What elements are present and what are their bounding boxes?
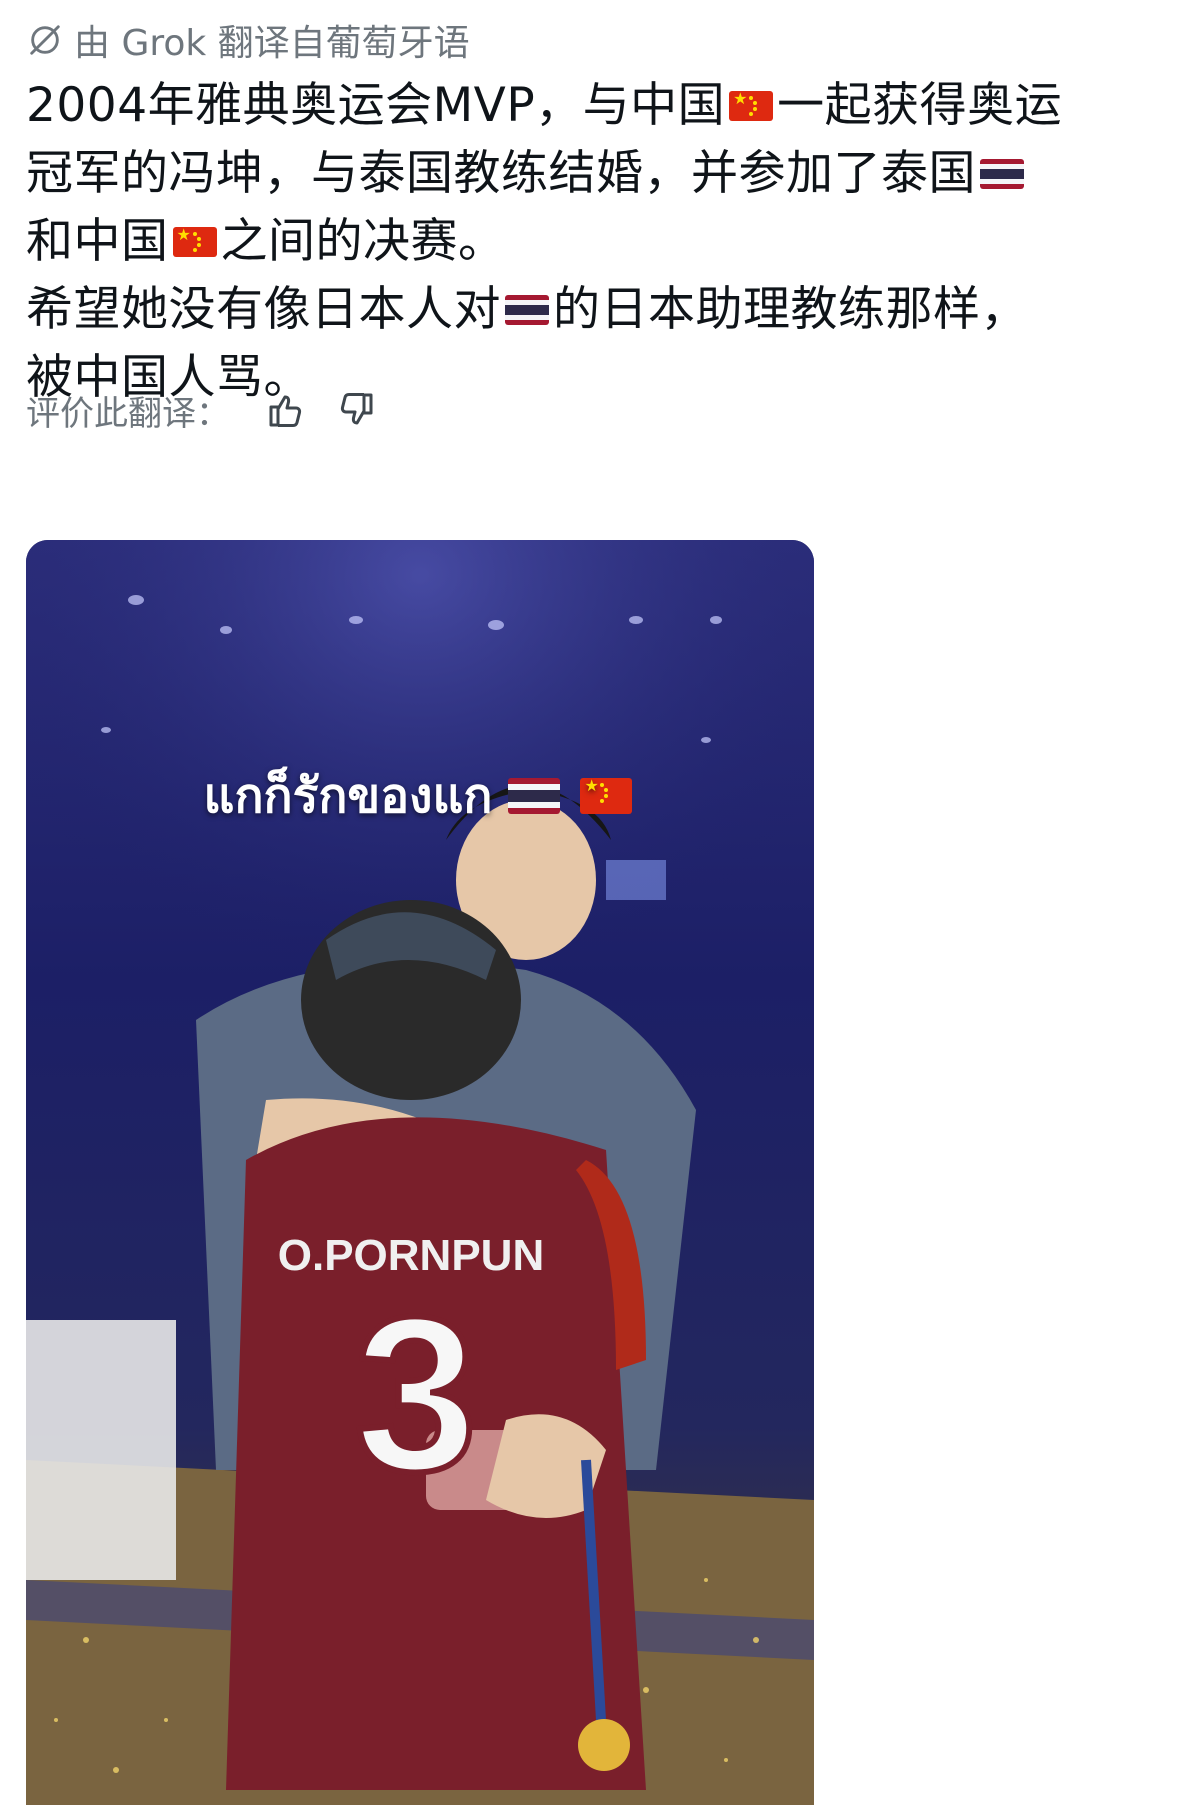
jersey-number: 3	[355, 1271, 477, 1517]
post-line: 希望她没有像日本人对 的日本助理教练那样，	[26, 276, 1146, 344]
thailand-flag-icon	[508, 778, 561, 814]
translation-attribution[interactable]: 由 Grok 翻译自葡萄牙语	[26, 14, 470, 66]
video-caption: แกก็รักของแก	[26, 758, 814, 834]
post-line: 冠军的冯坤，与泰国教练结婚，并参加了泰国	[26, 140, 1146, 208]
post-text: 2004年雅典奥运会MVP，与中国 一起获得奥运 冠军的冯坤，与泰国教练结婚，并…	[26, 72, 1146, 412]
rate-translation-label: 评价此翻译：	[26, 393, 230, 434]
translate-slash-icon	[30, 25, 60, 55]
thumbs-down-button[interactable]	[328, 382, 384, 438]
post-text-segment: 希望她没有像日本人对	[26, 282, 501, 337]
attribution-text: 由 Grok 翻译自葡萄牙语	[74, 23, 470, 64]
post-text-segment: 和中国	[26, 214, 169, 269]
thumbs-up-button[interactable]	[258, 382, 314, 438]
post-line: 和中国 之间的决赛。	[26, 208, 1146, 276]
china-flag-icon	[580, 778, 633, 814]
post-text-segment: 2004年雅典奥运会MVP，与中国	[26, 78, 726, 133]
post-text-segment: 冠军的冯坤，与泰国教练结婚，并参加了泰国	[26, 146, 976, 201]
post-text-segment: 的日本助理教练那样，	[553, 282, 1028, 337]
rate-translation: 评价此翻译：	[26, 380, 384, 440]
post-media-video[interactable]: O.PORNPUN 3 แกก็รักของแก	[26, 540, 814, 1805]
post-line: 2004年雅典奥运会MVP，与中国 一起获得奥运	[26, 72, 1146, 140]
post-text-segment: 一起获得奥运	[777, 78, 1063, 133]
china-flag-icon	[729, 91, 774, 121]
thumbs-up-icon	[269, 395, 302, 427]
post-text-segment: 之间的决赛。	[220, 214, 506, 269]
thailand-flag-icon	[980, 159, 1024, 189]
china-flag-icon	[172, 227, 217, 257]
video-frame: O.PORNPUN 3	[26, 540, 814, 1805]
thumbs-down-icon	[340, 393, 373, 425]
thailand-flag-icon	[505, 295, 549, 325]
video-caption-text: แกก็รักของแก	[203, 768, 493, 824]
